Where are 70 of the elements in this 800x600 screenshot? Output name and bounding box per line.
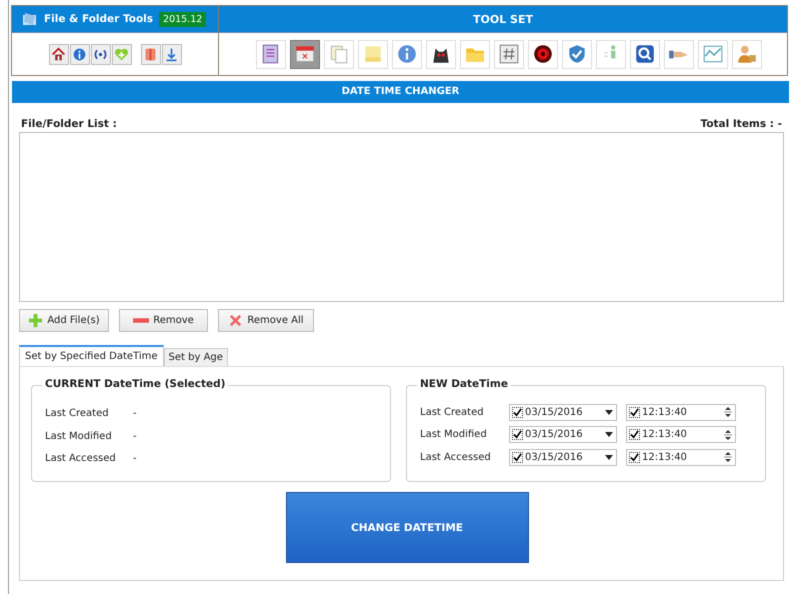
heart-icon xyxy=(114,46,129,62)
pages-icon xyxy=(328,43,350,65)
document-tool-button[interactable] xyxy=(256,40,286,68)
chart-tool-button[interactable] xyxy=(698,40,728,68)
field-label: Last Modified xyxy=(420,429,488,440)
total-items-label: Total Items : - xyxy=(700,118,783,130)
info-icon xyxy=(72,46,87,62)
signal-button[interactable] xyxy=(90,44,110,64)
field-value: - xyxy=(133,408,137,421)
field-label: Last Created xyxy=(420,406,485,418)
date-picker[interactable]: 03/15/2016 xyxy=(509,404,617,421)
checkbox[interactable] xyxy=(629,429,640,440)
section-title-bar: DATE TIME CHANGER xyxy=(12,81,789,103)
add-files-button[interactable]: Add File(s) xyxy=(19,309,109,332)
cross-icon xyxy=(228,313,244,328)
user-lock-tool-button[interactable] xyxy=(732,40,762,68)
user-lock-icon xyxy=(736,43,758,65)
house-icon xyxy=(51,46,66,62)
toolset-title: TOOL SET xyxy=(219,6,787,33)
chart-icon xyxy=(702,43,724,65)
dropdown-arrow-icon[interactable] xyxy=(605,432,613,438)
checkbox[interactable] xyxy=(629,406,640,418)
search-tool-button[interactable] xyxy=(630,40,660,68)
field-label: Last Created xyxy=(45,408,110,421)
change-datetime-button[interactable]: CHANGE DATETIME xyxy=(286,492,528,563)
field-value: - xyxy=(133,453,137,466)
info-icon xyxy=(396,43,418,65)
file-list-label: File/Folder List : xyxy=(20,118,118,130)
hand-tool-button[interactable] xyxy=(664,40,694,68)
checkbox[interactable] xyxy=(629,452,640,463)
field-value: - xyxy=(133,430,137,444)
field-label: Last Accessed xyxy=(420,452,492,463)
time-picker[interactable]: 12:13:40 xyxy=(626,448,736,466)
calendar-tool-button[interactable] xyxy=(290,40,320,68)
app-title: File & Folder Tools xyxy=(44,13,154,25)
plus-icon xyxy=(28,313,44,328)
info-button[interactable] xyxy=(70,44,90,64)
creature-tool-button[interactable] xyxy=(426,40,456,68)
folder-tools-icon xyxy=(22,11,38,27)
field-label: Last Modified xyxy=(45,430,113,444)
time-picker[interactable]: 12:13:40 xyxy=(626,426,736,444)
date-picker[interactable]: 03/15/2016 xyxy=(509,448,617,466)
spinner-icon[interactable] xyxy=(724,450,732,464)
dropdown-arrow-icon[interactable] xyxy=(605,454,613,460)
gear-icon xyxy=(532,43,554,65)
spinner-icon[interactable] xyxy=(724,428,732,442)
checkbox[interactable] xyxy=(512,452,523,463)
checkbox[interactable] xyxy=(512,429,523,440)
search-icon xyxy=(634,43,656,65)
group-title: NEW DateTime xyxy=(417,378,511,390)
download-icon xyxy=(164,46,179,62)
minus-icon xyxy=(133,318,150,323)
field-label: Last Accessed xyxy=(45,453,117,466)
remove-button[interactable]: Remove xyxy=(119,309,208,332)
gear-tool-button[interactable] xyxy=(528,40,558,68)
hash-tool-button[interactable] xyxy=(494,40,524,68)
dropdown-arrow-icon[interactable] xyxy=(605,410,613,415)
remove-all-button[interactable]: Remove All xyxy=(218,309,314,332)
checkbox[interactable] xyxy=(512,406,523,418)
tab[interactable]: Set by Age xyxy=(164,348,228,366)
shield-tool-button[interactable] xyxy=(562,40,592,68)
group-title: CURRENT DateTime (Selected) xyxy=(42,378,228,390)
spinner-icon[interactable] xyxy=(724,405,732,420)
version-badge: 2015.12 xyxy=(159,12,206,26)
time-picker[interactable]: 12:13:40 xyxy=(626,404,736,421)
date-picker[interactable]: 03/15/2016 xyxy=(509,426,617,444)
house-button[interactable] xyxy=(48,44,68,64)
hash-icon xyxy=(498,43,520,65)
download-button[interactable] xyxy=(162,44,182,64)
tab[interactable]: Set by Specified DateTime xyxy=(19,345,164,366)
